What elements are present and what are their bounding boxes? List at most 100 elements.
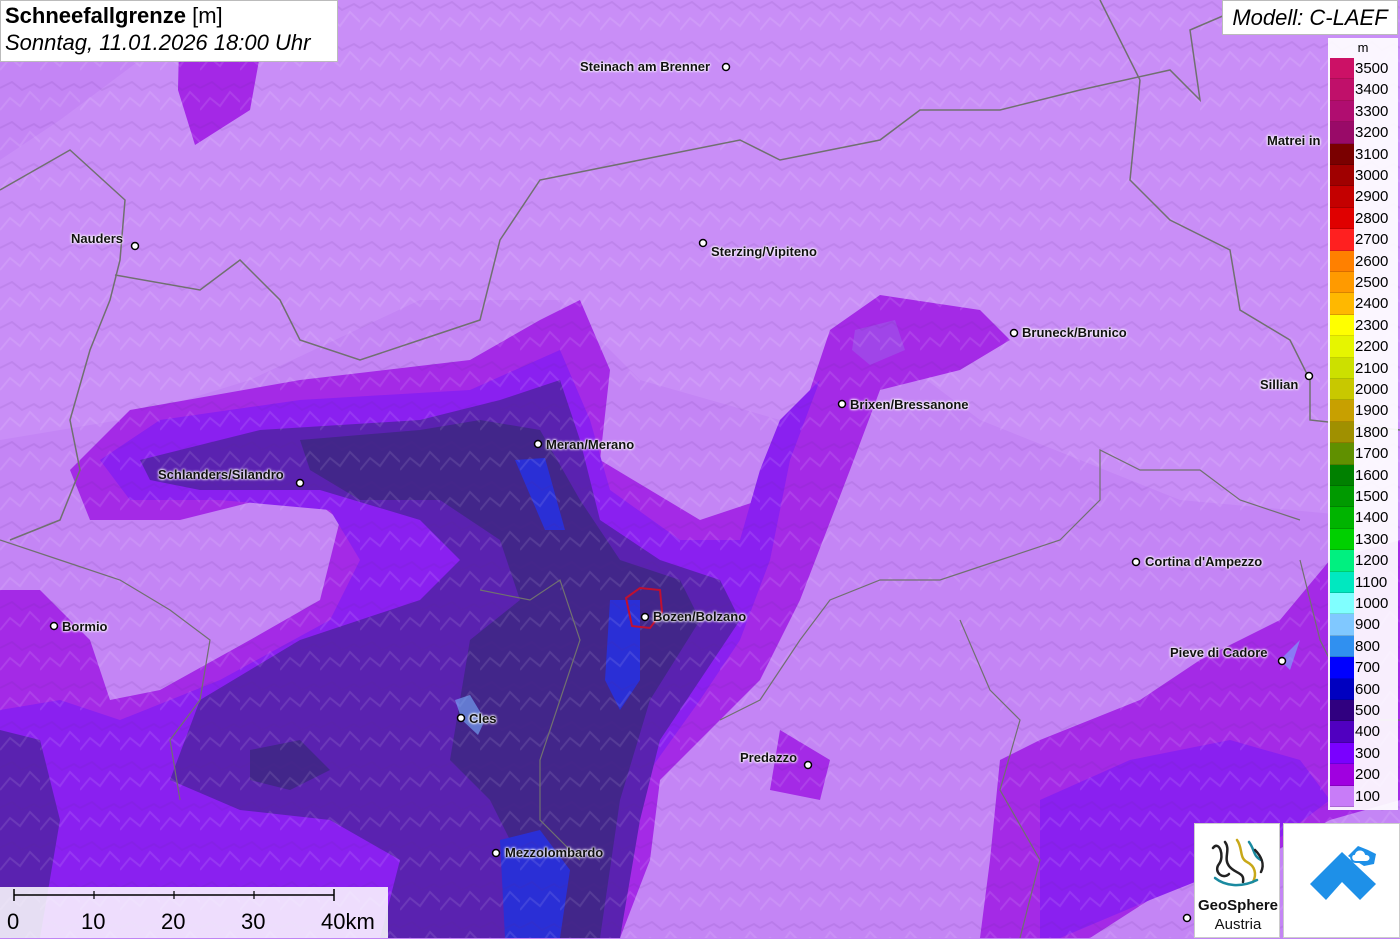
legend-label: 2400 <box>1355 295 1389 313</box>
legend-swatch <box>1330 700 1354 722</box>
legend-row: 800 <box>1328 635 1398 658</box>
legend-label: 2000 <box>1355 381 1389 398</box>
legend-row: 3500 <box>1328 58 1398 80</box>
legend-label: 1100 <box>1355 573 1388 591</box>
legend-row: 500 <box>1328 700 1398 722</box>
city-label-cortina: Cortina d'Ampezzo <box>1145 554 1263 569</box>
title-unit: [m] <box>192 3 223 28</box>
legend-swatch <box>1330 186 1354 208</box>
legend-label: 1400 <box>1355 509 1389 527</box>
legend-label: 1900 <box>1355 402 1389 420</box>
legend-row: 3000 <box>1328 165 1398 187</box>
legend-swatch <box>1330 79 1354 101</box>
legend-label: 1700 <box>1355 445 1389 463</box>
legend-label: 1300 <box>1355 530 1389 548</box>
legend-row: 2000 <box>1328 379 1398 401</box>
scale-bar: 0 10 20 30 40km <box>0 887 388 938</box>
legend-row: 3400 <box>1328 79 1398 101</box>
legend-swatch <box>1330 293 1354 315</box>
legend-swatch <box>1330 614 1354 636</box>
app-arrow-icon <box>1310 846 1376 900</box>
legend-row: 1800 <box>1328 421 1398 444</box>
legend-row: 1300 <box>1328 528 1398 551</box>
legend-label: 3400 <box>1355 81 1389 99</box>
legend-swatch <box>1330 250 1354 272</box>
city-label-bormio: Bormio <box>62 619 108 634</box>
legend-row: 700 <box>1328 657 1398 679</box>
legend-swatch <box>1330 357 1354 379</box>
legend-row: 2100 <box>1328 357 1398 379</box>
city-label-matrei: Matrei in <box>1267 133 1321 148</box>
legend-row: 1000 <box>1328 593 1398 615</box>
legend-row: 2600 <box>1328 250 1398 272</box>
legend-label: 600 <box>1355 680 1381 698</box>
legend-label: 2800 <box>1355 209 1389 227</box>
city-label-meran: Meran/Merano <box>546 437 635 452</box>
legend-label: 200 <box>1355 766 1381 784</box>
legend-swatch <box>1330 379 1354 401</box>
geosphere-austria-logo[interactable]: GeoSphere Austria <box>1194 823 1280 938</box>
legend-swatch <box>1330 550 1354 572</box>
legend-row: 300 <box>1328 742 1398 765</box>
legend-swatch <box>1330 58 1354 80</box>
legend-label: 2900 <box>1355 188 1389 206</box>
legend-label: 2100 <box>1355 359 1389 377</box>
legend-swatch <box>1330 721 1354 743</box>
legend-row: 3100 <box>1328 143 1398 165</box>
legend-label: 2500 <box>1355 274 1389 291</box>
legend-swatch <box>1330 678 1354 700</box>
legend-row: 1700 <box>1328 443 1398 465</box>
city-label-cles: Cles <box>469 711 497 726</box>
city-label-brixen: Brixen/Bressanone <box>850 397 969 412</box>
warn-app-logo[interactable] <box>1283 823 1400 938</box>
legend-row: 1600 <box>1328 464 1398 486</box>
legend-label: 2200 <box>1355 338 1389 356</box>
legend-row: 1400 <box>1328 507 1398 529</box>
legend-label: 700 <box>1355 659 1381 677</box>
legend-swatch <box>1330 507 1354 529</box>
legend-swatch <box>1330 785 1354 807</box>
legend-label: 500 <box>1355 702 1381 719</box>
legend-label: 100 <box>1355 787 1381 805</box>
geosphere-country: Austria <box>1214 916 1262 933</box>
legend-row: 900 <box>1328 614 1398 636</box>
legend-row: 2400 <box>1328 293 1398 315</box>
legend-label: 2700 <box>1355 231 1389 249</box>
legend-label: 3100 <box>1355 145 1389 163</box>
legend-row: 2200 <box>1328 336 1398 358</box>
scale-label-20: 20 <box>161 909 186 934</box>
scale-label-10: 10 <box>81 909 106 934</box>
city-label-predazzo: Predazzo <box>740 750 798 765</box>
legend-swatch <box>1330 764 1354 786</box>
city-label-sterzing: Sterzing/Vipiteno <box>711 244 817 259</box>
legend-row: 400 <box>1328 721 1398 743</box>
city-label-mezzolombardo: Mezzolombardo <box>505 845 604 860</box>
legend-label: 1500 <box>1355 488 1389 505</box>
legend-label: 300 <box>1355 744 1381 762</box>
legend-swatch <box>1330 464 1354 486</box>
legend-label: 3500 <box>1355 60 1389 77</box>
legend-row: 200 <box>1328 764 1398 786</box>
legend-row: 2300 <box>1328 314 1398 337</box>
map-title: Schneefallgrenze [m] <box>5 3 333 29</box>
legend-swatch <box>1330 742 1354 765</box>
legend-swatch <box>1330 400 1354 422</box>
legend-label: 1600 <box>1355 466 1389 484</box>
legend-label: 1200 <box>1355 552 1389 570</box>
legend-swatch <box>1330 100 1354 123</box>
city-label-schlanders: Schlanders/Silandro <box>158 467 284 482</box>
city-label-pieve: Pieve di Cadore <box>1170 645 1268 660</box>
legend-label: 3000 <box>1355 167 1389 184</box>
legend-row: 600 <box>1328 678 1398 700</box>
geosphere-logo-icon <box>1211 838 1264 887</box>
legend-label: 2300 <box>1355 316 1389 334</box>
city-label-steinach: Steinach am Brenner <box>580 59 711 74</box>
legend-swatch <box>1330 528 1354 551</box>
forecast-datetime: Sonntag, 11.01.2026 18:00 Uhr <box>5 30 311 55</box>
legend-swatch <box>1330 657 1354 679</box>
legend-row: 2900 <box>1328 186 1398 208</box>
legend-swatch <box>1330 421 1354 444</box>
legend-swatch <box>1330 143 1354 165</box>
legend-row: 1100 <box>1328 571 1398 593</box>
legend-swatch <box>1330 336 1354 358</box>
